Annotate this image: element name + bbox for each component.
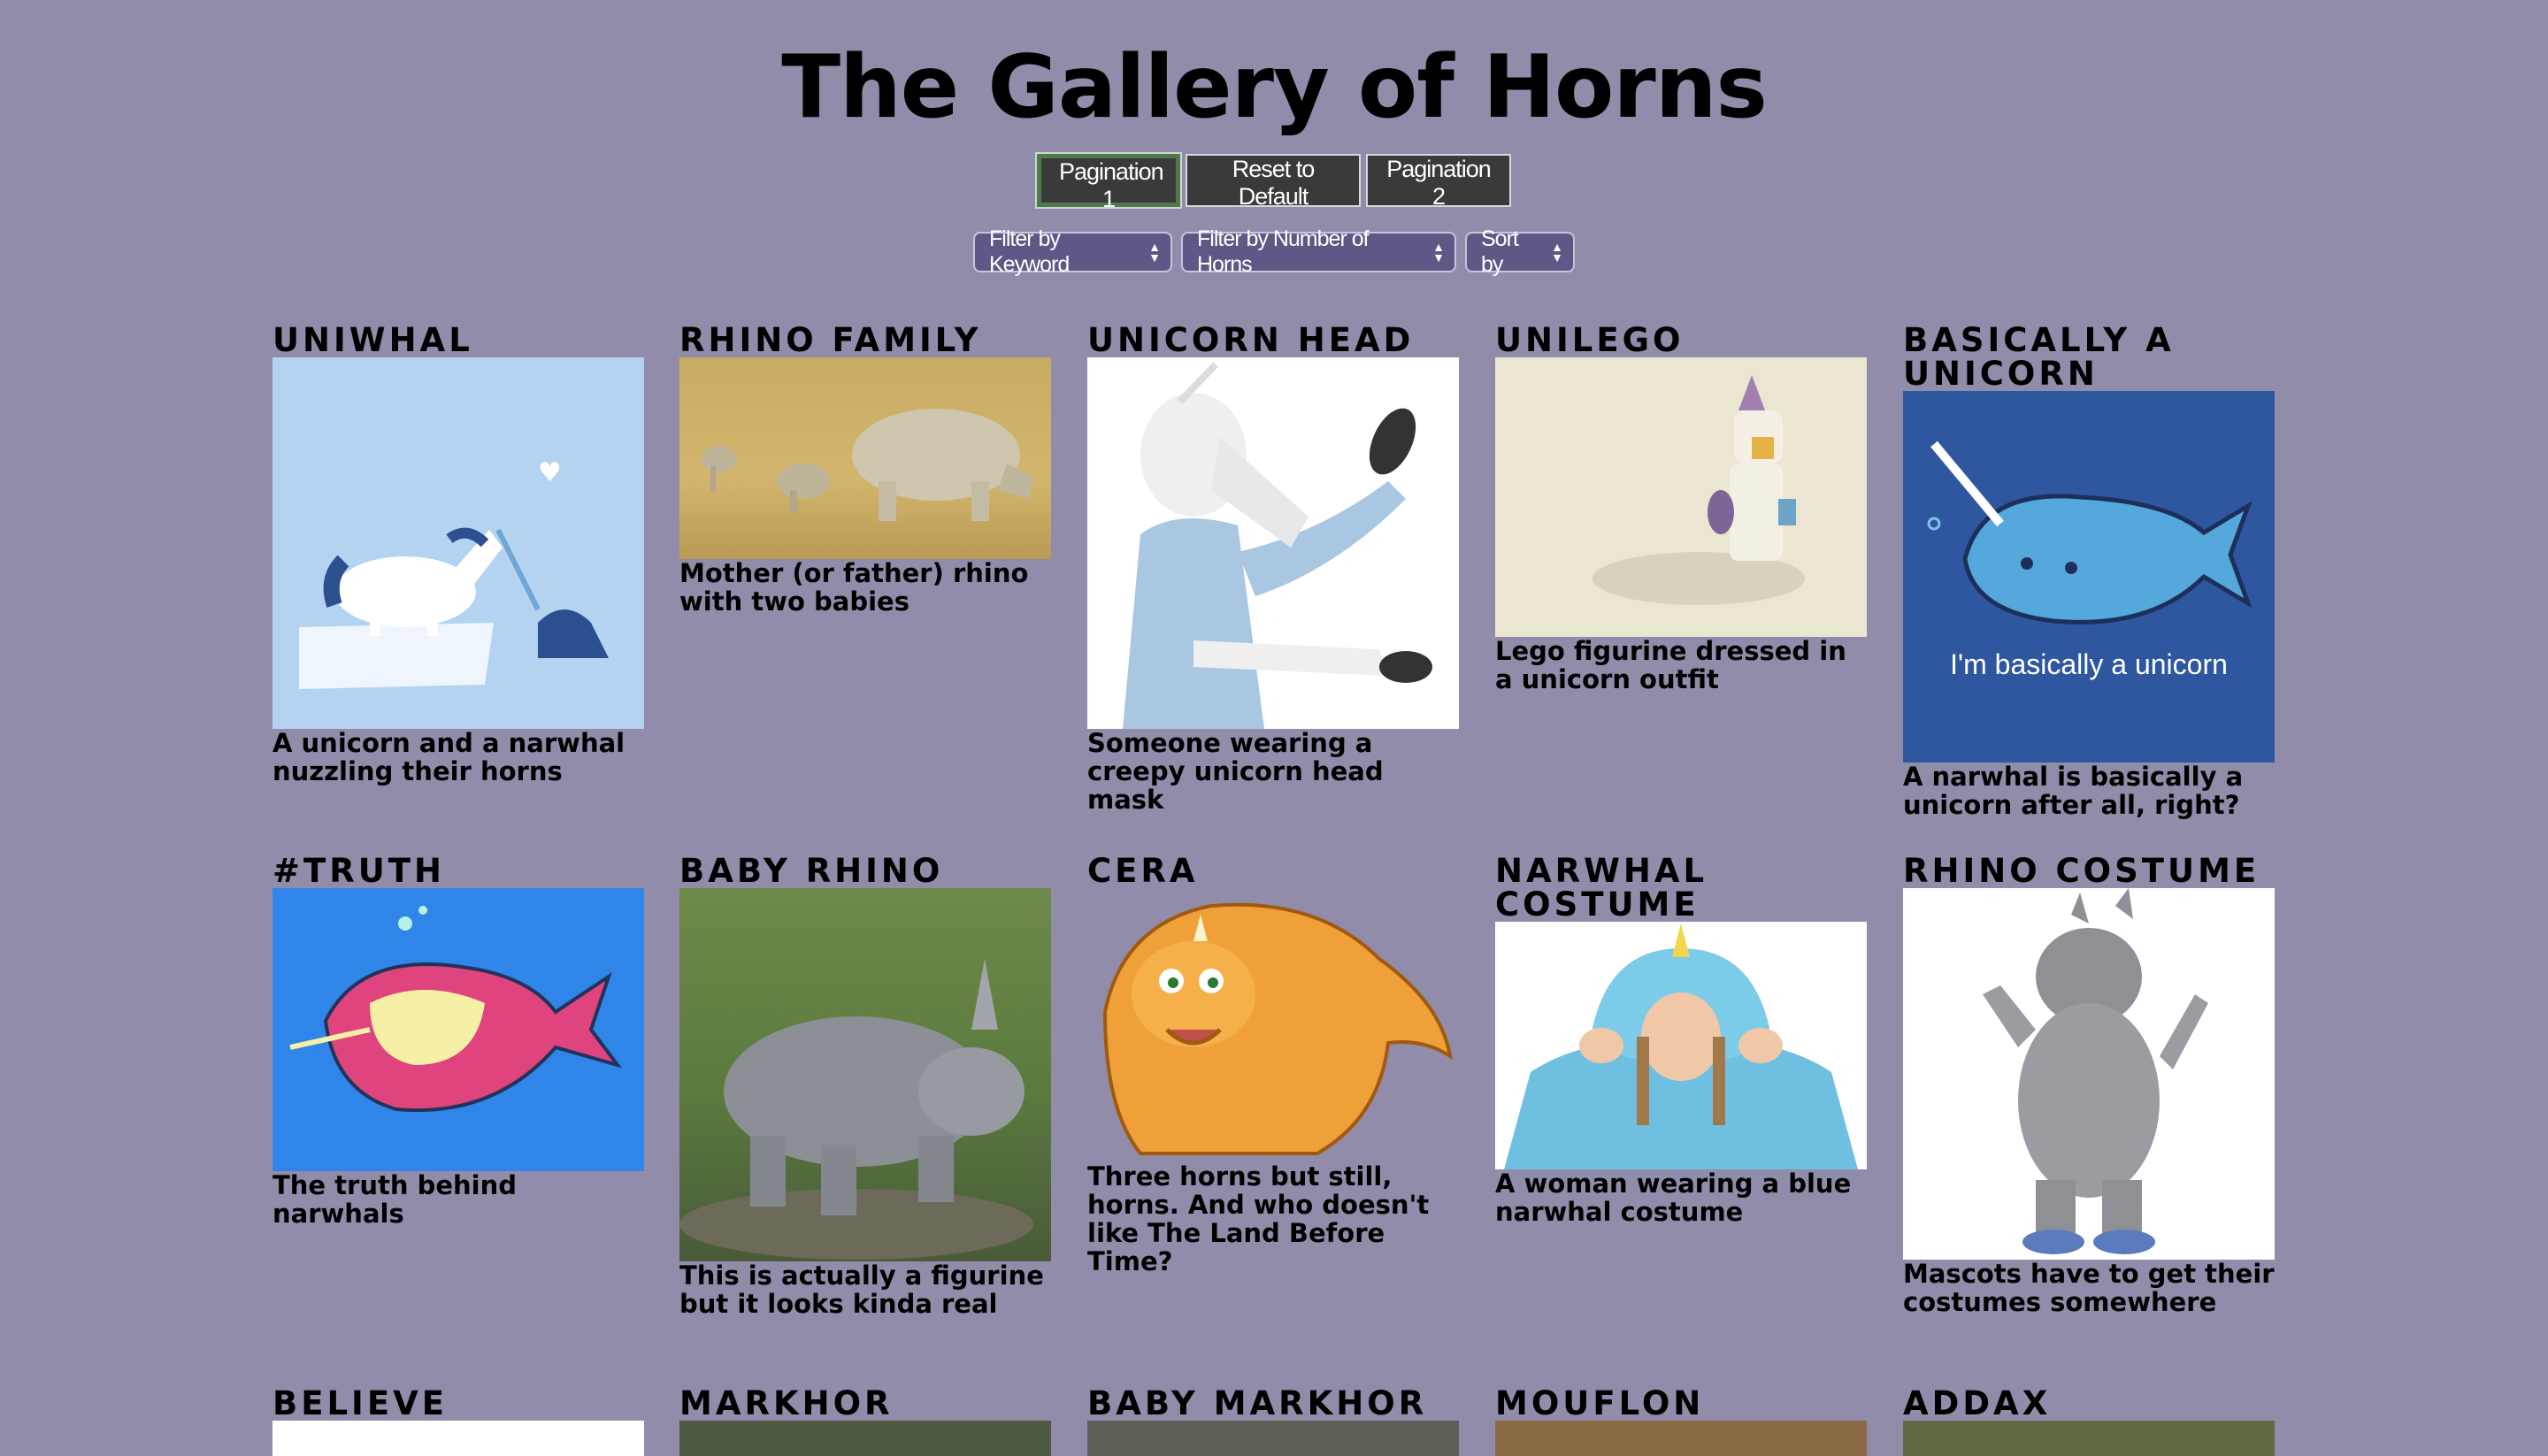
gallery-card[interactable]: Rhino Family Mother (or father) rhino wi…: [679, 324, 1051, 616]
narwhal-costume-photo: [1504, 923, 1858, 1169]
rhino-family-photo: [702, 409, 1033, 521]
card-description: Someone wearing a creepy unicorn head ma…: [1087, 728, 1384, 815]
card-title: Believe: [272, 1384, 449, 1422]
card-image: [1087, 1421, 1459, 1456]
card-description: Mascots have to get their costumes somew…: [1903, 1259, 2275, 1317]
narwhal-illustration: I'm basically a unicorn: [1927, 441, 2253, 680]
card-image: [1087, 888, 1459, 1162]
gallery-card[interactable]: UniWhal ♥ A unicorn and a narwhal nuzzli…: [272, 324, 644, 785]
card-image: [679, 357, 1051, 559]
pagination-1-button[interactable]: Pagination 1: [1035, 152, 1182, 212]
gallery-card[interactable]: Addax: [1903, 1387, 2275, 1456]
gallery-card[interactable]: Baby Markhor: [1087, 1387, 1459, 1456]
card-title: Baby Markhor: [1087, 1384, 1428, 1422]
card-image: [272, 888, 644, 1171]
unicorn-narwhal-illustration: ♥: [299, 457, 609, 689]
card-image: [272, 1421, 644, 1456]
page-title: The Gallery of Horns: [781, 37, 1768, 138]
card-title: UniLego: [1495, 321, 1685, 359]
card-title: Markhor: [679, 1384, 894, 1422]
gallery-card[interactable]: Unicorn Head Someone wearing a creepy un…: [1087, 324, 1459, 814]
unicorn-head-mask-photo: [1123, 362, 1432, 729]
filter-horns-select[interactable]: Filter by Number of Horns ▲ ▼: [1181, 226, 1456, 277]
card-description: Three horns but still, horns. And who do…: [1087, 1161, 1430, 1276]
card-image: [679, 888, 1051, 1261]
card-image: [1903, 888, 2275, 1260]
card-description: A unicorn and a narwhal nuzzling their h…: [272, 728, 625, 786]
card-description: Mother (or father) rhino with two babies: [679, 558, 1029, 617]
pagination-2-button[interactable]: Pagination 2: [1366, 154, 1511, 210]
select-arrows-icon: ▲ ▼: [1551, 240, 1563, 264]
gallery-card[interactable]: Basically a unicorn I'm basically a unic…: [1903, 324, 2275, 819]
card-image: [1087, 357, 1459, 729]
card-title: Rhino Costume: [1903, 852, 2260, 890]
reset-default-button[interactable]: Reset to Default: [1186, 154, 1361, 210]
card-image: [1495, 922, 1867, 1169]
gallery-card[interactable]: UniLego Lego figurine dressed in a unico…: [1495, 324, 1867, 694]
image-caption-text: I'm basically a unicorn: [1950, 648, 2228, 680]
card-title: Baby Rhino: [679, 852, 944, 890]
card-title: UniWhal: [272, 321, 473, 359]
card-image: [679, 1421, 1051, 1456]
gallery-card[interactable]: Believe: [272, 1387, 644, 1456]
lego-unicorn-photo: [1592, 375, 1805, 605]
svg-text:♥: ♥: [538, 457, 562, 488]
card-description: Lego figurine dressed in a unicorn outfi…: [1495, 636, 1846, 694]
select-arrows-icon: ▲ ▼: [1148, 240, 1161, 264]
card-image: I'm basically a unicorn: [1903, 391, 2275, 762]
card-title: Basically a unicorn: [1903, 321, 2175, 393]
filter-horns-label: Filter by Number of Horns: [1197, 226, 1370, 277]
card-title: Mouflon: [1495, 1384, 1705, 1422]
card-title: Rhino Family: [679, 321, 982, 359]
card-description: This is actually a figurine but it looks…: [679, 1261, 1044, 1319]
card-title: Unicorn Head: [1087, 321, 1415, 359]
gallery-card[interactable]: Baby Rhino This is actually a figurine b…: [679, 854, 1051, 1318]
select-arrows-icon: ▲ ▼: [1432, 240, 1445, 264]
gallery-card[interactable]: #truth The truth behind narwhals: [272, 854, 644, 1228]
card-description: A narwhal is basically a unicorn after a…: [1903, 762, 2244, 820]
gallery-card[interactable]: Narwhal Costume A woman wearing a blue n…: [1495, 854, 1867, 1226]
rhino-mascot-photo: [1983, 888, 2208, 1254]
card-title: Cera: [1087, 852, 1199, 890]
filter-keyword-label: Filter by Keyword: [989, 226, 1070, 277]
card-description: A woman wearing a blue narwhal costume: [1495, 1169, 1852, 1227]
baby-rhino-photo: [679, 959, 1033, 1260]
card-title: #truth: [272, 852, 445, 890]
gallery-card[interactable]: Mouflon: [1495, 1387, 1867, 1456]
sort-select[interactable]: Sort by ▲ ▼: [1465, 226, 1575, 277]
pagination-controls: Pagination 1 Reset to Default Pagination…: [0, 152, 2548, 212]
card-title: Addax: [1903, 1384, 2052, 1422]
card-image: [1495, 1421, 1867, 1456]
sort-label: Sort by: [1481, 226, 1519, 277]
filter-controls: Filter by Keyword ▲ ▼ Filter by Number of…: [0, 226, 2548, 277]
gallery-card[interactable]: Cera Three horns but still, horns. And w…: [1087, 854, 1459, 1276]
gallery-card[interactable]: Rhino Costume Mascots have to get their …: [1903, 854, 2275, 1316]
card-title: Narwhal Costume: [1495, 852, 1708, 923]
narwhal-truth-illustration: [289, 906, 623, 1113]
gallery-card[interactable]: Markhor: [679, 1387, 1051, 1456]
card-image: [1903, 1421, 2275, 1456]
card-image: ♥: [272, 357, 644, 729]
card-description: The truth behind narwhals: [272, 1170, 518, 1229]
card-image: [1495, 357, 1867, 637]
cera-dinosaur-illustration: [1102, 902, 1453, 1155]
filter-keyword-select[interactable]: Filter by Keyword ▲ ▼: [973, 226, 1172, 277]
